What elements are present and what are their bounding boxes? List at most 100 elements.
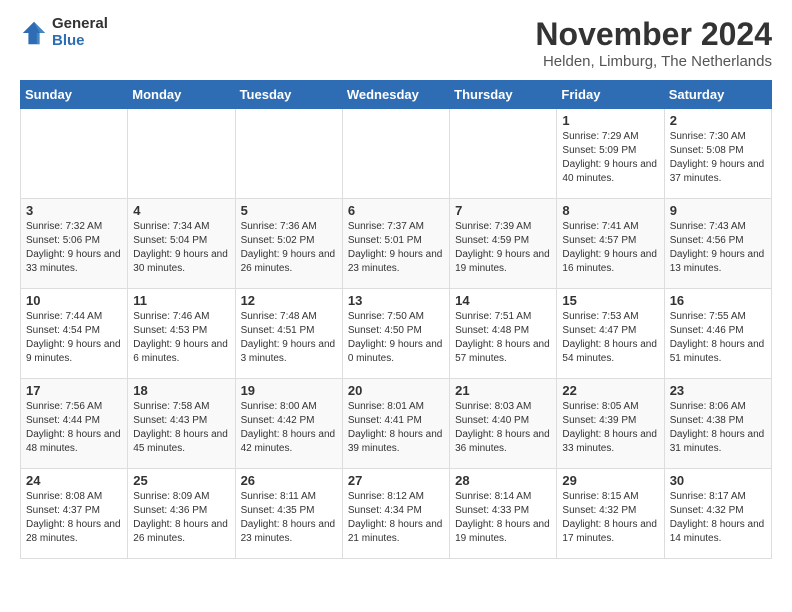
day-number: 20	[348, 383, 444, 398]
day-number: 27	[348, 473, 444, 488]
day-info: Sunrise: 7:51 AM Sunset: 4:48 PM Dayligh…	[455, 310, 551, 366]
calendar-cell: 9 Sunrise: 7:43 AM Sunset: 4:56 PM Daylig…	[664, 199, 771, 289]
day-number: 19	[241, 383, 337, 398]
day-info: Sunrise: 8:11 AM Sunset: 4:35 PM Dayligh…	[241, 490, 337, 546]
calendar-cell: 1Sunrise: 7:29 AM Sunset: 5:09 PM Daylig…	[557, 109, 664, 199]
calendar-cell: 11 Sunrise: 7:46 AM Sunset: 4:53 PM Dayli…	[128, 289, 235, 379]
calendar-cell: 22Sunrise: 8:05 AM Sunset: 4:39 PM Dayli…	[557, 379, 664, 469]
calendar-cell: 18Sunrise: 7:58 AM Sunset: 4:43 PM Dayli…	[128, 379, 235, 469]
calendar-cell: 24 Sunrise: 8:08 AM Sunset: 4:37 PM Dayli…	[21, 469, 128, 559]
day-number: 7	[455, 203, 551, 218]
day-number: 11	[133, 293, 229, 308]
day-info: Sunrise: 8:00 AM Sunset: 4:42 PM Dayligh…	[241, 400, 337, 456]
calendar-cell: 21 Sunrise: 8:03 AM Sunset: 4:40 PM Dayli…	[450, 379, 557, 469]
calendar-cell: 2 Sunrise: 7:30 AM Sunset: 5:08 PM Daylig…	[664, 109, 771, 199]
day-number: 12	[241, 293, 337, 308]
calendar-cell: 27 Sunrise: 8:12 AM Sunset: 4:34 PM Dayli…	[342, 469, 449, 559]
logo-general-text: General	[52, 16, 108, 33]
calendar-cell: 28 Sunrise: 8:14 AM Sunset: 4:33 PM Dayli…	[450, 469, 557, 559]
calendar-cell: 26 Sunrise: 8:11 AM Sunset: 4:35 PM Dayli…	[235, 469, 342, 559]
header-monday: Monday	[128, 81, 235, 109]
day-info: Sunrise: 7:50 AM Sunset: 4:50 PM Dayligh…	[348, 310, 444, 366]
day-number: 28	[455, 473, 551, 488]
day-number: 3	[26, 203, 122, 218]
header-wednesday: Wednesday	[342, 81, 449, 109]
day-info: Sunrise: 7:46 AM Sunset: 4:53 PM Dayligh…	[133, 310, 229, 366]
day-info: Sunrise: 8:03 AM Sunset: 4:40 PM Dayligh…	[455, 400, 551, 456]
day-info: Sunrise: 8:06 AM Sunset: 4:38 PM Dayligh…	[670, 400, 766, 456]
day-number: 22	[562, 383, 658, 398]
calendar-cell: 6Sunrise: 7:37 AM Sunset: 5:01 PM Daylig…	[342, 199, 449, 289]
day-number: 14	[455, 293, 551, 308]
calendar-cell: 19 Sunrise: 8:00 AM Sunset: 4:42 PM Dayli…	[235, 379, 342, 469]
day-number: 23	[670, 383, 766, 398]
day-number: 2	[670, 113, 766, 128]
header-sunday: Sunday	[21, 81, 128, 109]
calendar-week-0: 1Sunrise: 7:29 AM Sunset: 5:09 PM Daylig…	[21, 109, 772, 199]
calendar-cell: 25 Sunrise: 8:09 AM Sunset: 4:36 PM Dayli…	[128, 469, 235, 559]
calendar-cell: 3Sunrise: 7:32 AM Sunset: 5:06 PM Daylig…	[21, 199, 128, 289]
calendar-week-3: 17 Sunrise: 7:56 AM Sunset: 4:44 PM Dayli…	[21, 379, 772, 469]
calendar-cell	[342, 109, 449, 199]
day-number: 24	[26, 473, 122, 488]
title-block: November 2024 Helden, Limburg, The Nethe…	[535, 16, 772, 70]
calendar-cell: 30 Sunrise: 8:17 AM Sunset: 4:32 PM Dayli…	[664, 469, 771, 559]
logo-text: General Blue	[52, 16, 108, 49]
page-container: General Blue November 2024 Helden, Limbu…	[0, 0, 792, 575]
day-number: 17	[26, 383, 122, 398]
day-number: 8	[562, 203, 658, 218]
calendar-cell: 7 Sunrise: 7:39 AM Sunset: 4:59 PM Daylig…	[450, 199, 557, 289]
day-info: Sunrise: 8:17 AM Sunset: 4:32 PM Dayligh…	[670, 490, 766, 546]
calendar-cell	[235, 109, 342, 199]
logo-icon	[20, 19, 48, 47]
day-info: Sunrise: 7:44 AM Sunset: 4:54 PM Dayligh…	[26, 310, 122, 366]
logo-blue-text: Blue	[52, 33, 108, 50]
day-number: 16	[670, 293, 766, 308]
day-number: 21	[455, 383, 551, 398]
page-header: General Blue November 2024 Helden, Limbu…	[20, 16, 772, 70]
calendar-cell: 14 Sunrise: 7:51 AM Sunset: 4:48 PM Dayli…	[450, 289, 557, 379]
calendar-week-1: 3Sunrise: 7:32 AM Sunset: 5:06 PM Daylig…	[21, 199, 772, 289]
day-info: Sunrise: 8:15 AM Sunset: 4:32 PM Dayligh…	[562, 490, 658, 546]
day-number: 26	[241, 473, 337, 488]
calendar-cell: 8 Sunrise: 7:41 AM Sunset: 4:57 PM Daylig…	[557, 199, 664, 289]
location: Helden, Limburg, The Netherlands	[535, 53, 772, 70]
day-info: Sunrise: 7:39 AM Sunset: 4:59 PM Dayligh…	[455, 220, 551, 276]
day-info: Sunrise: 7:58 AM Sunset: 4:43 PM Dayligh…	[133, 400, 229, 456]
header-thursday: Thursday	[450, 81, 557, 109]
day-info: Sunrise: 7:43 AM Sunset: 4:56 PM Dayligh…	[670, 220, 766, 276]
day-number: 9	[670, 203, 766, 218]
calendar-cell: 15Sunrise: 7:53 AM Sunset: 4:47 PM Dayli…	[557, 289, 664, 379]
calendar-header-row: SundayMondayTuesdayWednesdayThursdayFrid…	[21, 81, 772, 109]
day-info: Sunrise: 8:12 AM Sunset: 4:34 PM Dayligh…	[348, 490, 444, 546]
day-info: Sunrise: 7:37 AM Sunset: 5:01 PM Dayligh…	[348, 220, 444, 276]
day-number: 5	[241, 203, 337, 218]
day-number: 4	[133, 203, 229, 218]
calendar-cell: 12 Sunrise: 7:48 AM Sunset: 4:51 PM Dayli…	[235, 289, 342, 379]
day-info: Sunrise: 7:34 AM Sunset: 5:04 PM Dayligh…	[133, 220, 229, 276]
day-info: Sunrise: 7:48 AM Sunset: 4:51 PM Dayligh…	[241, 310, 337, 366]
day-info: Sunrise: 7:53 AM Sunset: 4:47 PM Dayligh…	[562, 310, 658, 366]
day-info: Sunrise: 8:09 AM Sunset: 4:36 PM Dayligh…	[133, 490, 229, 546]
day-number: 25	[133, 473, 229, 488]
calendar-cell: 10 Sunrise: 7:44 AM Sunset: 4:54 PM Dayli…	[21, 289, 128, 379]
day-info: Sunrise: 7:36 AM Sunset: 5:02 PM Dayligh…	[241, 220, 337, 276]
day-info: Sunrise: 8:14 AM Sunset: 4:33 PM Dayligh…	[455, 490, 551, 546]
calendar-week-2: 10 Sunrise: 7:44 AM Sunset: 4:54 PM Dayli…	[21, 289, 772, 379]
day-number: 29	[562, 473, 658, 488]
calendar-week-4: 24 Sunrise: 8:08 AM Sunset: 4:37 PM Dayli…	[21, 469, 772, 559]
calendar-cell: 13Sunrise: 7:50 AM Sunset: 4:50 PM Dayli…	[342, 289, 449, 379]
day-number: 1	[562, 113, 658, 128]
day-info: Sunrise: 8:01 AM Sunset: 4:41 PM Dayligh…	[348, 400, 444, 456]
calendar-table: SundayMondayTuesdayWednesdayThursdayFrid…	[20, 80, 772, 559]
day-info: Sunrise: 8:08 AM Sunset: 4:37 PM Dayligh…	[26, 490, 122, 546]
day-info: Sunrise: 7:30 AM Sunset: 5:08 PM Dayligh…	[670, 130, 766, 186]
calendar-cell	[21, 109, 128, 199]
day-number: 10	[26, 293, 122, 308]
calendar-cell: 29 Sunrise: 8:15 AM Sunset: 4:32 PM Dayli…	[557, 469, 664, 559]
day-number: 30	[670, 473, 766, 488]
day-info: Sunrise: 7:41 AM Sunset: 4:57 PM Dayligh…	[562, 220, 658, 276]
day-info: Sunrise: 7:56 AM Sunset: 4:44 PM Dayligh…	[26, 400, 122, 456]
header-saturday: Saturday	[664, 81, 771, 109]
calendar-cell: 23 Sunrise: 8:06 AM Sunset: 4:38 PM Dayli…	[664, 379, 771, 469]
